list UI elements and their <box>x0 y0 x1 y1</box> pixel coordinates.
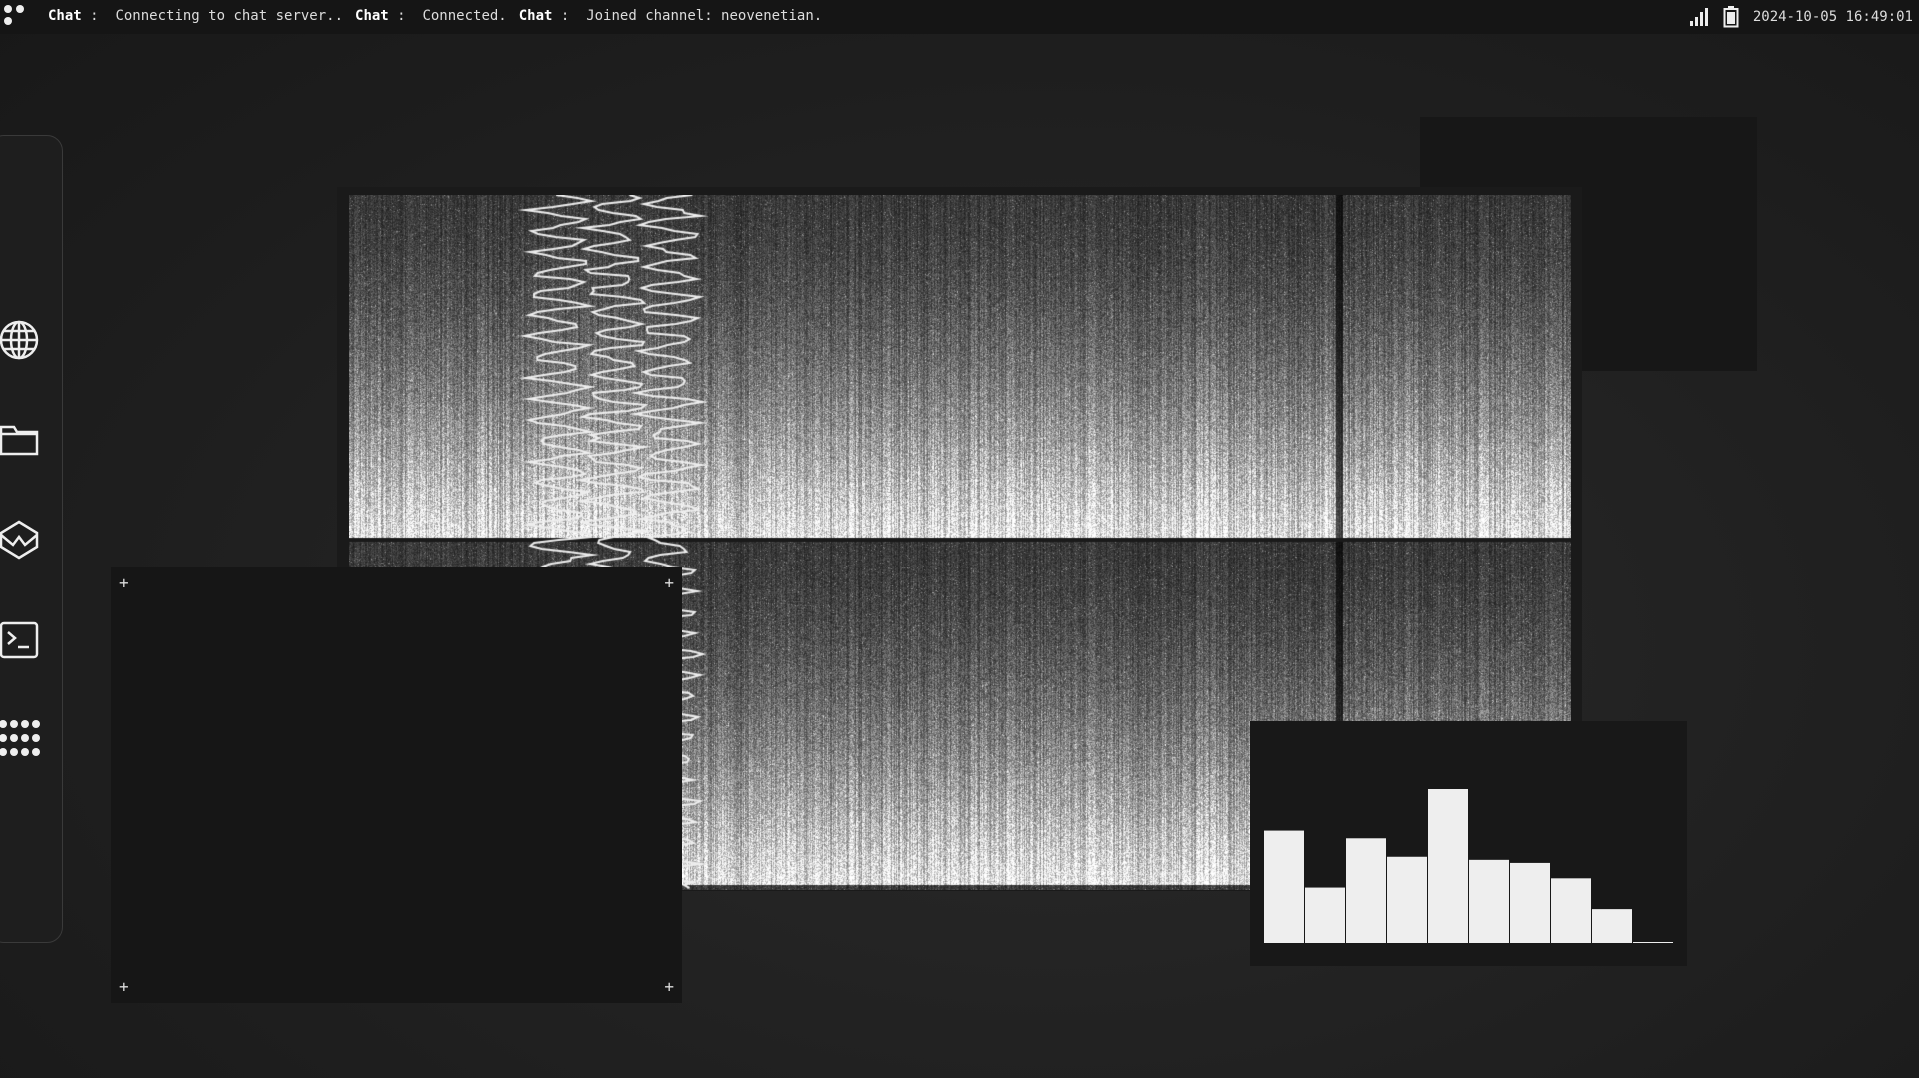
logo-icon[interactable] <box>4 5 32 29</box>
chat-message: Chat : Joined channel: neovenetian. <box>519 8 822 24</box>
apps-grid-icon[interactable] <box>0 719 40 761</box>
terminal-icon[interactable] <box>0 619 40 661</box>
cube-icon[interactable] <box>0 519 40 561</box>
chat-message: Chat : Connected. <box>355 8 507 24</box>
corner-marker: + <box>119 979 129 995</box>
histogram-bar <box>1469 860 1509 943</box>
histogram-bar <box>1387 857 1427 943</box>
histogram-panel <box>1250 721 1687 966</box>
histogram-bar <box>1305 888 1345 943</box>
battery-icon[interactable] <box>1723 6 1739 28</box>
empty-viewport-panel[interactable]: + + + + <box>111 567 682 1003</box>
corner-marker: + <box>664 979 674 995</box>
chat-log: Chat : Connecting to chat server.. Chat … <box>48 8 822 24</box>
signal-icon[interactable] <box>1689 7 1709 27</box>
histogram-bar <box>1633 942 1673 943</box>
histogram-chart <box>1250 721 1687 966</box>
corner-marker: + <box>664 575 674 591</box>
histogram-bar <box>1551 878 1591 943</box>
chat-message: Chat : Connecting to chat server.. <box>48 8 343 24</box>
histogram-bar <box>1428 789 1468 943</box>
histogram-bar <box>1264 831 1304 943</box>
folder-icon[interactable] <box>0 419 40 461</box>
histogram-bar <box>1592 909 1632 943</box>
globe-icon[interactable] <box>0 319 40 361</box>
corner-marker: + <box>119 575 129 591</box>
histogram-bar <box>1346 838 1386 943</box>
top-bar: Chat : Connecting to chat server.. Chat … <box>0 0 1919 34</box>
histogram-bar <box>1510 863 1550 943</box>
clock: 2024-10-05 16:49:01 <box>1753 9 1913 25</box>
sidebar <box>0 135 63 943</box>
